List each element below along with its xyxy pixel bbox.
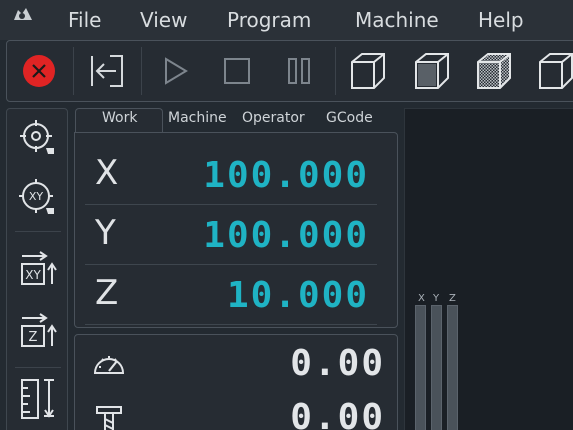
view-iso-button[interactable] — [343, 47, 391, 95]
menu-file[interactable]: File — [68, 8, 101, 32]
main-toolbar — [6, 40, 573, 102]
zero-xy-icon: XY — [21, 251, 57, 285]
tab-machine[interactable]: Machine — [168, 110, 227, 126]
viewport-3d[interactable]: X Y Z — [404, 108, 573, 430]
axis-load-bar-z — [447, 305, 458, 430]
axis-label-x: X — [95, 153, 119, 193]
left-toolbar-separator — [15, 367, 61, 368]
tab-operator[interactable]: Operator — [242, 110, 305, 126]
zero-xy-button[interactable]: XY — [15, 247, 61, 293]
spindle-speed-value: 0.00 — [290, 397, 385, 430]
feed-rate-row: 0.00 — [85, 337, 385, 393]
left-toolbar: XY XY Z — [6, 108, 68, 430]
xy-probe-label: XY — [29, 190, 44, 203]
axis-load-bar-x — [415, 305, 426, 430]
view-shaded-button[interactable] — [469, 47, 517, 95]
axis-label-y: Y — [95, 213, 116, 253]
axis-value-z[interactable]: 10.000 — [227, 275, 369, 316]
zero-xy-label: XY — [25, 268, 41, 282]
view-front-button[interactable] — [407, 47, 455, 95]
left-toolbar-separator — [15, 231, 61, 232]
dro-body: X 100.000 Y 100.000 Z 10.000 — [74, 132, 398, 328]
bar-label-z: Z — [449, 293, 456, 304]
speedometer-icon — [93, 356, 125, 374]
toolbar-separator — [73, 47, 74, 95]
play-icon — [165, 57, 188, 85]
stop-button[interactable] — [213, 47, 261, 95]
view-cube-shaded-icon — [477, 53, 511, 89]
menu-help[interactable]: Help — [478, 8, 524, 32]
dro-panel: Work Machine Operator GCode X 100.000 Y … — [74, 108, 398, 328]
estop-button[interactable] — [15, 47, 63, 95]
probe-xy-button[interactable]: XY — [15, 175, 61, 221]
exit-button[interactable] — [83, 47, 131, 95]
toolbar-separator — [141, 47, 142, 95]
axis-value-y[interactable]: 100.000 — [203, 215, 369, 256]
bar-label-x: X — [418, 293, 425, 304]
spindle-icon — [96, 406, 122, 430]
pause-button[interactable] — [275, 47, 323, 95]
tool-length-button[interactable] — [15, 375, 61, 421]
view-side-button[interactable] — [531, 47, 573, 95]
tab-work[interactable]: Work — [102, 110, 137, 126]
tab-gcode[interactable]: GCode — [326, 110, 373, 126]
bar-label-y: Y — [433, 293, 440, 304]
menu-bar: File View Program Machine Help — [0, 0, 573, 40]
zero-z-button[interactable]: Z — [15, 309, 61, 355]
axis-label-z: Z — [95, 273, 119, 313]
spindle-speed-row: 0.00 — [85, 391, 385, 430]
xy-probe-icon: XY — [19, 179, 54, 214]
play-button[interactable] — [151, 47, 199, 95]
pause-icon — [288, 58, 310, 84]
view-cube-side-icon — [539, 53, 573, 89]
axis-row-z: Z 10.000 — [85, 265, 377, 325]
zero-z-label: Z — [29, 330, 38, 345]
estop-icon — [23, 55, 55, 87]
feed-rate-value: 0.00 — [290, 343, 385, 384]
view-cube-icon — [351, 53, 385, 89]
app-logo-icon[interactable] — [10, 6, 34, 24]
zero-z-icon: Z — [21, 313, 57, 347]
menu-program[interactable]: Program — [227, 8, 311, 32]
stop-icon — [224, 58, 250, 84]
axis-value-x[interactable]: 100.000 — [203, 155, 369, 196]
axis-row-x: X 100.000 — [85, 145, 377, 205]
axis-row-y: Y 100.000 — [85, 205, 377, 265]
exit-icon — [91, 55, 123, 87]
dro-tabs: Work Machine Operator GCode — [74, 108, 398, 135]
touch-off-probe-icon — [20, 120, 54, 154]
status-panel: 0.00 0.00 — [74, 334, 398, 430]
axis-load-bar-y — [431, 305, 442, 430]
tool-length-icon — [21, 379, 54, 419]
toolbar-separator — [335, 47, 336, 95]
touch-off-button[interactable] — [15, 115, 61, 161]
menu-machine[interactable]: Machine — [355, 8, 439, 32]
view-cube-front-icon — [415, 53, 449, 89]
menu-view[interactable]: View — [140, 8, 187, 32]
